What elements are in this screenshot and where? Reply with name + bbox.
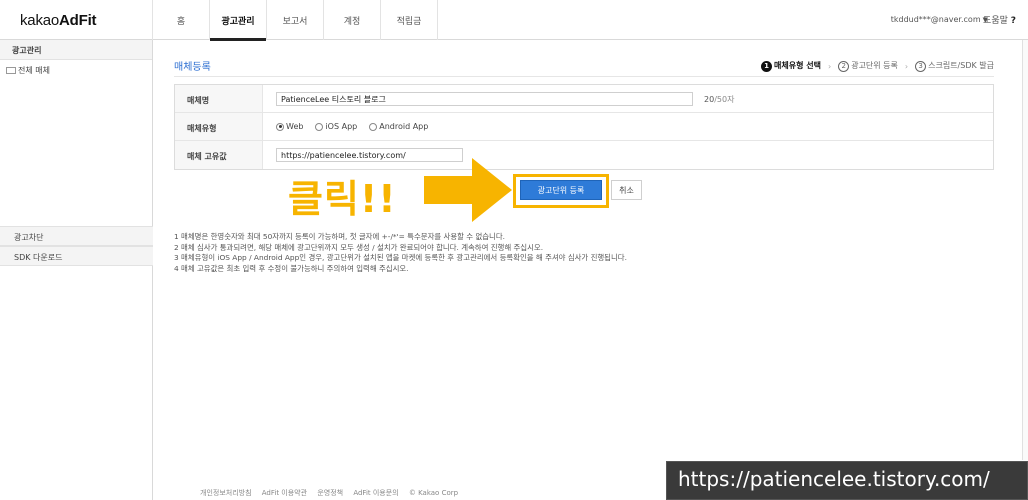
divider — [174, 76, 994, 77]
logo-bold-text: AdFit — [59, 12, 97, 29]
media-type-radio-group: Web iOS App Android App — [276, 122, 428, 131]
folder-icon — [6, 67, 16, 74]
note-item: 2 매체 심사가 통과되려면, 해당 매체에 광고단위까지 모두 생성 / 설치… — [174, 242, 544, 252]
step-number-icon: 1 — [761, 61, 773, 72]
main-content: 매체등록 1 매체유형 선택 › 2 광고단위 등록 › 3 스크립트/SDK 발급 … — [154, 40, 1028, 500]
question-icon: ? — [1010, 16, 1016, 26]
blog-watermark: https://patiencelee.tistory.com/ — [666, 461, 1028, 500]
sidebar-item-sdk-download[interactable]: SDK 다운로드 — [0, 246, 153, 266]
logo-light-text: kakao — [20, 12, 60, 29]
media-name-label: 매체명 — [175, 85, 263, 112]
page-title: 매체등록 — [174, 62, 211, 73]
form-field: Web iOS App Android App — [263, 113, 993, 140]
form-field — [263, 141, 993, 169]
cancel-button[interactable]: 취소 — [611, 180, 642, 200]
tab-report[interactable]: 보고서 — [267, 0, 324, 40]
footer-copyright: © Kakao Corp — [408, 489, 459, 497]
chevron-right-icon: › — [828, 61, 832, 71]
media-id-label: 매체 고유값 — [175, 141, 263, 169]
note-item: 4 매체 고유값은 최초 입력 후 수정이 불가능하니 주의하여 입력해 주십시… — [174, 263, 409, 273]
note-item: 3 매체유형이 iOS App / Android App인 경우, 광고단위가… — [174, 253, 627, 262]
sidebar-item-ad-blocking[interactable]: 광고차단 — [0, 226, 153, 246]
footer-link-policy[interactable]: 운영정책 — [317, 489, 343, 497]
notes-list: 1 매체명은 한영숫자와 최대 50자까지 등록이 가능하며, 첫 글자에 +-… — [174, 232, 627, 274]
step-label: 광고단위 등록 — [851, 61, 898, 70]
tab-ad-management[interactable]: 광고관리 — [210, 0, 267, 41]
media-name-input[interactable] — [276, 92, 693, 106]
tab-credits[interactable]: 적립금 — [381, 0, 438, 40]
form-field: 20/50자 — [263, 85, 993, 112]
chevron-right-icon: › — [904, 61, 909, 71]
click-annotation: 클릭!! — [288, 177, 397, 221]
step-indicator: 1 매체유형 선택 › 2 광고단위 등록 › 3 스크립트/SDK 발급 — [761, 60, 994, 72]
step-3: 3 스크립트/SDK 발급 — [915, 60, 994, 72]
top-header: kakaoAdFit 홈 광고관리 보고서 계정 적립금 tkddud***@n… — [0, 0, 1028, 41]
char-count: 20 — [704, 95, 715, 104]
media-type-label: 매체유형 — [175, 113, 263, 140]
sidebar: 광고관리 전체 매체 광고차단 SDK 다운로드 — [0, 40, 153, 500]
sidebar-item-all-media[interactable]: 전체 매체 — [0, 60, 152, 76]
scrollbar[interactable] — [1022, 40, 1028, 460]
step-1: 1 매체유형 선택 — [761, 60, 821, 72]
sidebar-section-ad-management[interactable]: 광고관리 — [0, 40, 152, 60]
form-row-id: 매체 고유값 — [175, 141, 993, 169]
main-nav: 홈 광고관리 보고서 계정 적립금 — [152, 0, 438, 41]
radio-empty-icon — [315, 122, 324, 131]
radio-web[interactable]: Web — [276, 122, 303, 131]
kakao-adfit-logo[interactable]: kakaoAdFit — [20, 12, 97, 29]
radio-selected-icon — [276, 122, 284, 131]
step-2: 2 광고단위 등록 — [838, 60, 898, 72]
radio-ios-app[interactable]: iOS App — [315, 122, 357, 131]
footer-link-terms[interactable]: AdFit 이용약관 — [262, 489, 307, 497]
radio-label: Web — [286, 122, 304, 131]
radio-label: iOS App — [325, 122, 358, 131]
footer-link-privacy[interactable]: 개인정보처리방침 — [200, 489, 252, 497]
help-label: 도움말 — [983, 16, 1008, 26]
radio-label: Android App — [379, 122, 429, 131]
sidebar-item-label: 전체 매체 — [18, 66, 50, 75]
step-number-icon: 2 — [838, 61, 850, 72]
step-label: 스크립트/SDK 발급 — [928, 61, 994, 70]
media-form: 매체명 20/50자 매체유형 Web iOS App Android App … — [174, 84, 994, 170]
account-menu[interactable]: tkddud***@naver.com ▼ — [891, 15, 988, 24]
tab-account[interactable]: 계정 — [324, 0, 381, 40]
register-ad-unit-button[interactable]: 광고단위 등록 — [520, 180, 602, 200]
tab-home[interactable]: 홈 — [153, 0, 210, 40]
step-label: 매체유형 선택 — [774, 61, 821, 70]
footer-links: 개인정보처리방침 AdFit 이용약관 운영정책 AdFit 이용문의 © Ka… — [200, 488, 466, 498]
footer-link-contact[interactable]: AdFit 이용문의 — [353, 489, 398, 497]
form-row-name: 매체명 20/50자 — [175, 85, 993, 113]
radio-empty-icon — [369, 122, 378, 131]
char-counter: 20/50자 — [704, 94, 734, 105]
radio-android-app[interactable]: Android App — [369, 122, 428, 131]
char-max: /50자 — [714, 95, 735, 104]
step-number-icon: 3 — [915, 61, 927, 72]
arrow-right-icon — [424, 158, 512, 222]
account-email: tkddud***@naver.com — [890, 15, 981, 24]
form-row-type: 매체유형 Web iOS App Android App — [175, 113, 993, 141]
help-link[interactable]: 도움말 ? — [983, 13, 1016, 26]
note-item: 1 매체명은 한영숫자와 최대 50자까지 등록이 가능하며, 첫 글자에 +-… — [174, 232, 505, 241]
